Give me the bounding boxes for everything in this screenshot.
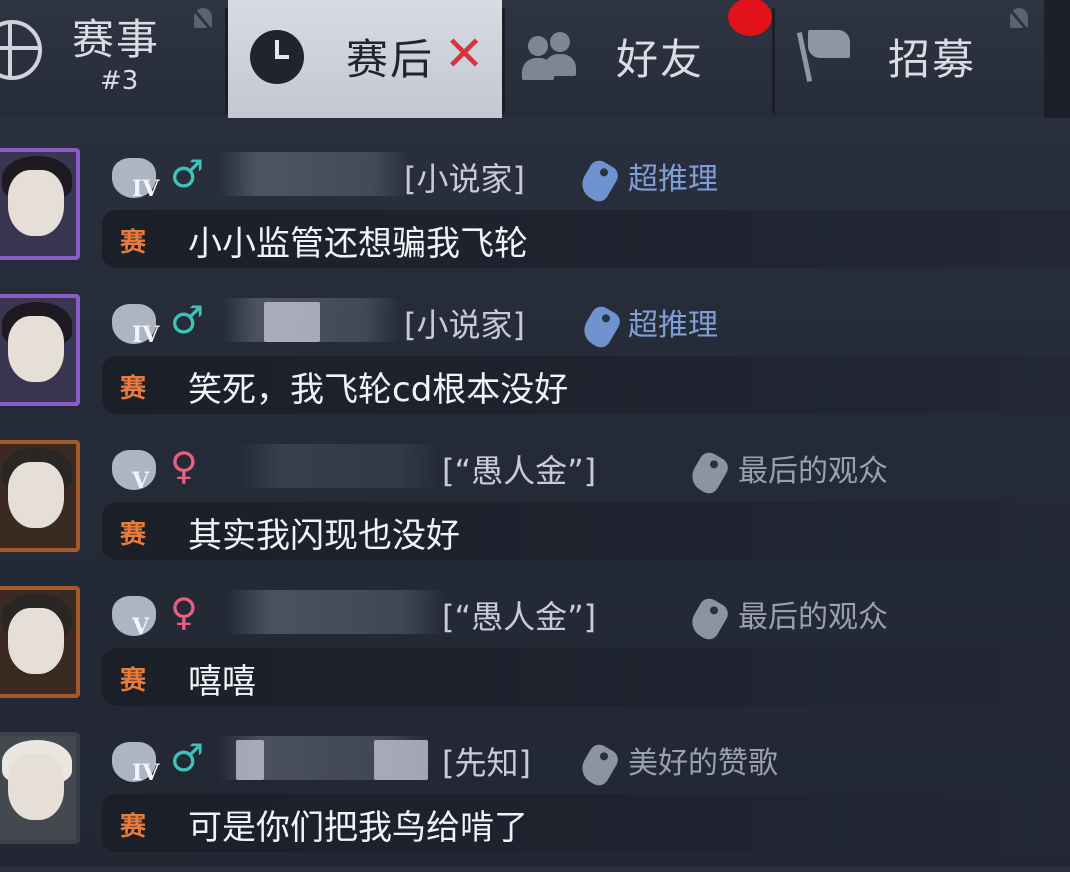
player-title: [“愚人金”] bbox=[442, 452, 597, 490]
flag-icon bbox=[792, 26, 852, 82]
blurred-username bbox=[240, 444, 440, 488]
tab-post-match-label: 赛后 bbox=[346, 35, 435, 84]
friends-icon bbox=[520, 30, 580, 80]
player-title: [小说家] bbox=[404, 160, 525, 198]
message-text: 其实我闪现也没好 bbox=[188, 516, 460, 556]
gender-icon: ♂ bbox=[170, 152, 205, 196]
message-bubble: 赛 其实我闪现也没好 bbox=[102, 502, 1070, 560]
tag-icon bbox=[686, 595, 732, 643]
tag-icon bbox=[686, 449, 732, 497]
tag-icon bbox=[576, 157, 622, 205]
channel-tag: 赛 bbox=[120, 374, 147, 404]
chat-message: IV ♂ [先知] 美好的赞歌 赛 可是你们把我鸟给啃了 bbox=[0, 726, 1070, 872]
chat-tab-bar: 赛事 #3 赛后 ✕ 好友 招募 bbox=[0, 0, 1070, 118]
channel-tag: 赛 bbox=[120, 520, 147, 550]
gender-icon: ♀ bbox=[170, 444, 198, 488]
gender-icon: ♂ bbox=[170, 298, 205, 342]
tab-bar-edge bbox=[1044, 0, 1070, 118]
player-badge: 最后的观众 bbox=[738, 600, 888, 635]
tab-events[interactable]: 赛事 #3 bbox=[0, 0, 225, 118]
player-title: [小说家] bbox=[404, 306, 525, 344]
avatar[interactable] bbox=[0, 732, 80, 844]
tab-events-count: #3 bbox=[100, 66, 139, 96]
tag-icon bbox=[576, 741, 622, 789]
player-badge: 美好的赞歌 bbox=[628, 746, 778, 781]
message-bubble: 赛 小小监管还想骗我飞轮 bbox=[102, 210, 1070, 268]
rank-emblem-icon: V bbox=[110, 448, 164, 500]
close-icon[interactable]: ✕ bbox=[444, 30, 484, 78]
tag-icon bbox=[578, 303, 624, 351]
blurred-username-block bbox=[264, 302, 320, 342]
tab-recruit[interactable]: 招募 bbox=[774, 0, 1044, 118]
mute-icon bbox=[1006, 4, 1034, 36]
blurred-username bbox=[220, 152, 410, 196]
blurred-username-block bbox=[374, 740, 428, 780]
chat-message: IV ♂ [小说家] 超推理 赛 小小监管还想骗我飞轮 bbox=[0, 142, 1070, 288]
rank-emblem-icon: IV bbox=[110, 302, 164, 354]
channel-tag: 赛 bbox=[120, 666, 147, 696]
player-title: [先知] bbox=[442, 744, 531, 782]
avatar[interactable] bbox=[0, 586, 80, 698]
avatar[interactable] bbox=[0, 440, 80, 552]
message-bubble: 赛 可是你们把我鸟给啃了 bbox=[102, 794, 1070, 852]
message-text: 笑死，我飞轮cd根本没好 bbox=[188, 370, 569, 410]
message-bubble: 赛 嘻嘻 bbox=[102, 648, 1070, 706]
channel-tag: 赛 bbox=[120, 812, 147, 842]
clock-icon bbox=[250, 30, 304, 84]
blurred-username-block bbox=[236, 740, 264, 780]
mute-icon bbox=[190, 4, 218, 36]
rank-emblem-icon: IV bbox=[110, 740, 164, 792]
blurred-username bbox=[226, 590, 446, 634]
avatar[interactable] bbox=[0, 148, 80, 260]
tab-events-label: 赛事 bbox=[72, 15, 161, 64]
player-badge: 最后的观众 bbox=[738, 454, 888, 489]
channel-tag: 赛 bbox=[120, 228, 147, 258]
message-bubble: 赛 笑死，我飞轮cd根本没好 bbox=[102, 356, 1070, 414]
chat-message: V ♀ [“愚人金”] 最后的观众 赛 其实我闪现也没好 bbox=[0, 434, 1070, 580]
chat-message: V ♀ [“愚人金”] 最后的观众 赛 嘻嘻 bbox=[0, 580, 1070, 726]
tab-recruit-label: 招募 bbox=[888, 35, 977, 84]
chat-message: IV ♂ [小说家] 超推理 赛 笑死，我飞轮cd根本没好 bbox=[0, 288, 1070, 434]
tab-friends-label: 好友 bbox=[616, 35, 705, 84]
gender-icon: ♀ bbox=[170, 590, 198, 634]
globe-icon bbox=[0, 20, 42, 80]
player-title: [“愚人金”] bbox=[442, 598, 597, 636]
rank-emblem-icon: V bbox=[110, 594, 164, 646]
message-text: 可是你们把我鸟给啃了 bbox=[188, 808, 528, 848]
player-badge: 超推理 bbox=[628, 162, 718, 197]
gender-icon: ♂ bbox=[170, 736, 205, 780]
message-text: 嘻嘻 bbox=[188, 662, 256, 702]
avatar[interactable] bbox=[0, 294, 80, 406]
rank-emblem-icon: IV bbox=[110, 156, 164, 208]
message-text: 小小监管还想骗我飞轮 bbox=[188, 224, 528, 264]
player-badge: 超推理 bbox=[628, 308, 718, 343]
